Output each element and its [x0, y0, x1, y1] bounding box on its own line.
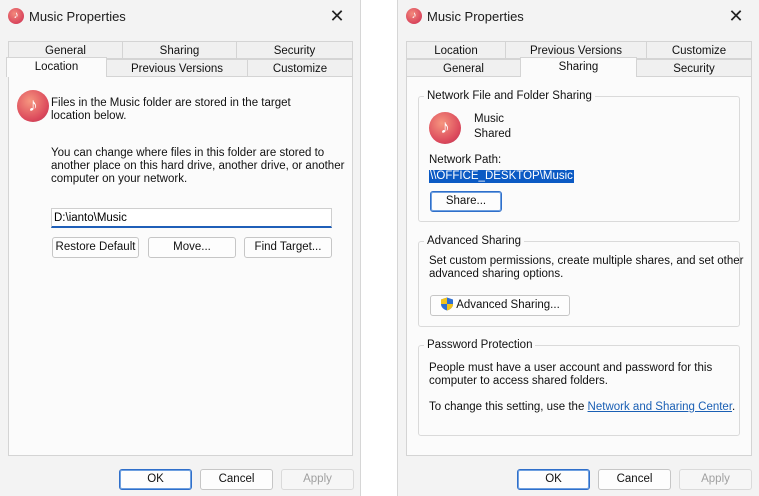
password-protection-group-title: Password Protection [424, 339, 536, 352]
tab-location[interactable]: Location [6, 57, 107, 77]
tab-security[interactable]: Security [636, 59, 752, 77]
network-and-sharing-center-link[interactable]: Network and Sharing Center [588, 401, 732, 413]
title-bar: ♪ Music Properties ✕ [398, 0, 759, 32]
music-folder-icon: ♪ [429, 112, 461, 144]
ok-button[interactable]: OK [119, 469, 192, 490]
desc-text-line2: another place on this hard drive, anothe… [51, 160, 345, 172]
password-protection-group [418, 345, 740, 436]
intro-text-line1: Files in the Music folder are stored in … [51, 97, 291, 109]
dialog-title: Music Properties [427, 9, 524, 24]
tab-sharing[interactable]: Sharing [520, 57, 637, 77]
tab-customize[interactable]: Customize [646, 41, 752, 59]
title-bar: ♪ Music Properties ✕ [0, 0, 360, 32]
close-icon[interactable]: ✕ [713, 0, 759, 32]
advanced-sharing-button[interactable]: Advanced Sharing... [430, 295, 570, 316]
advanced-sharing-desc-line2: advanced sharing options. [429, 268, 564, 280]
apply-button[interactable]: Apply [679, 469, 752, 490]
password-desc-line1: People must have a user account and pass… [429, 362, 713, 374]
tab-customize[interactable]: Customize [247, 59, 353, 77]
music-properties-dialog-sharing: ♪ Music Properties ✕ Location Previous V… [397, 0, 759, 496]
music-folder-icon: ♪ [17, 90, 49, 122]
advanced-sharing-group-title: Advanced Sharing [424, 235, 524, 248]
password-desc-line2: computer to access shared folders. [429, 375, 608, 387]
tab-sharing[interactable]: Sharing [122, 41, 237, 59]
apply-button[interactable]: Apply [281, 469, 354, 490]
tab-general[interactable]: General [406, 59, 521, 77]
tab-previous-versions[interactable]: Previous Versions [106, 59, 248, 77]
restore-default-button[interactable]: Restore Default [52, 237, 139, 258]
music-properties-dialog-location: ♪ Music Properties ✕ General Sharing Sec… [0, 0, 361, 496]
advanced-sharing-button-label: Advanced Sharing... [456, 299, 560, 311]
music-note-icon: ♪ [406, 8, 422, 24]
network-path-value[interactable]: \\OFFICE_DESKTOP\Music [429, 170, 574, 183]
shared-folder-status: Shared [474, 128, 512, 140]
change-setting-text: To change this setting, use the Network … [429, 401, 735, 414]
ok-button[interactable]: OK [517, 469, 590, 490]
network-path-label: Network Path: [429, 154, 502, 166]
dialog-title: Music Properties [29, 9, 126, 24]
network-sharing-group-title: Network File and Folder Sharing [424, 90, 595, 103]
change-setting-prefix: To change this setting, use the [429, 401, 588, 413]
cancel-button[interactable]: Cancel [200, 469, 273, 490]
cancel-button[interactable]: Cancel [598, 469, 671, 490]
music-note-icon: ♪ [8, 8, 24, 24]
shared-folder-name: Music [474, 113, 505, 125]
tab-security[interactable]: Security [236, 41, 353, 59]
intro-text-line2: location below. [51, 110, 127, 122]
change-setting-period: . [732, 401, 736, 413]
share-button[interactable]: Share... [430, 191, 502, 212]
desc-text-line1: You can change where files in this folde… [51, 147, 325, 159]
close-icon[interactable]: ✕ [314, 0, 360, 32]
tab-location[interactable]: Location [406, 41, 506, 59]
find-target-button[interactable]: Find Target... [244, 237, 332, 258]
move-button[interactable]: Move... [148, 237, 236, 258]
advanced-sharing-desc-line1: Set custom permissions, create multiple … [429, 255, 744, 267]
desc-text-line3: computer on your network. [51, 173, 188, 185]
tab-panel [8, 76, 353, 456]
uac-shield-icon [441, 297, 454, 311]
location-path-input[interactable]: D:\ianto\Music [51, 208, 332, 228]
